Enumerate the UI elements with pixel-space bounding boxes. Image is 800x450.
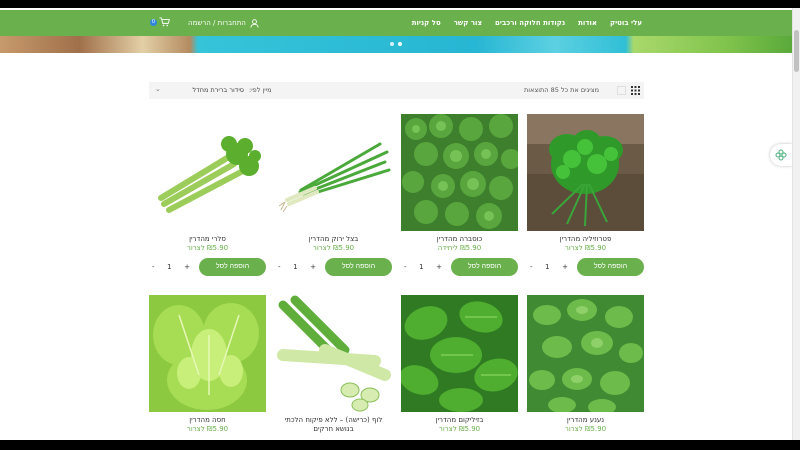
product-price: ₪5.90 לצרור	[186, 244, 229, 252]
product-title[interactable]: כוסברה מהדרין	[401, 235, 518, 244]
quantity-stepper: - 1 +	[527, 258, 571, 276]
hero-slider	[0, 36, 792, 53]
parsley-image[interactable]	[527, 114, 644, 231]
product-title[interactable]: לוף (כרישה) – ללא פיקוח הלכתי בנושא חרקי…	[275, 416, 392, 434]
nav-link-pickup-points[interactable]: נקודות חלוקה ורכבים	[495, 19, 565, 27]
cart-button[interactable]: 0	[148, 16, 172, 30]
basil-image[interactable]	[401, 295, 518, 412]
quantity-stepper: - 1 +	[275, 258, 319, 276]
product-card: בצל ירוק מהדרין ₪5.90 לצרור הוספה לסל - 1…	[275, 114, 392, 276]
qty-value[interactable]: 1	[545, 263, 549, 271]
user-icon	[250, 18, 259, 28]
celery-image[interactable]	[149, 114, 266, 231]
sort-select[interactable]: סידור ברירת מחדל	[153, 84, 248, 97]
slider-dots	[390, 42, 402, 46]
product-actions: הוספה לסל - 1 +	[401, 258, 518, 276]
qty-value[interactable]: 1	[419, 263, 423, 271]
product-price: ₪5.90 ליחידה	[437, 244, 482, 252]
increase-qty-button[interactable]: +	[310, 263, 316, 271]
cart-icon	[159, 17, 170, 27]
lettuce-image[interactable]	[149, 295, 266, 412]
increase-qty-button[interactable]: +	[184, 263, 190, 271]
add-to-cart-button[interactable]: הוספה לסל	[451, 258, 518, 276]
product-price: ₪5.90 לצרור	[186, 425, 229, 433]
slider-dot-active[interactable]	[398, 42, 402, 46]
site-logo[interactable]: עלי בוטיק	[610, 19, 642, 27]
product-title[interactable]: חסה מהדרין	[149, 416, 266, 425]
accessibility-widget-button[interactable]	[770, 144, 792, 166]
quantity-stepper: - 1 +	[149, 258, 193, 276]
product-actions: הוספה לסל - 1 +	[149, 258, 266, 276]
slider-dot[interactable]	[390, 42, 394, 46]
chevron-down-icon: ⌄	[155, 85, 161, 93]
sort-label: מיין לפי:	[249, 86, 272, 94]
add-to-cart-button[interactable]: הוספה לסל	[199, 258, 266, 276]
decrease-qty-button[interactable]: -	[404, 263, 407, 271]
product-title[interactable]: בזיליקום מהדרין	[401, 416, 518, 425]
product-title[interactable]: נענע מהדרין	[527, 416, 644, 425]
add-to-cart-button[interactable]: הוספה לסל	[325, 258, 392, 276]
product-card: חסה מהדרין ₪5.90 לצרור	[149, 295, 266, 434]
product-price: ₪5.90 לצרור	[564, 425, 607, 433]
product-card: סלרי מהדרין ₪5.90 לצרור הוספה לסל - 1 +	[149, 114, 266, 276]
cart-count-badge: 0	[150, 19, 157, 26]
qty-value[interactable]: 1	[293, 263, 297, 271]
product-title[interactable]: סלרי מהדרין	[149, 235, 266, 244]
product-price: ₪5.90 לצרור	[564, 244, 607, 252]
product-price: ₪5.90 לצרור	[312, 244, 355, 252]
quantity-stepper: - 1 +	[401, 258, 445, 276]
product-title[interactable]: בצל ירוק מהדרין	[275, 235, 392, 244]
increase-qty-button[interactable]: +	[562, 263, 568, 271]
flower-icon	[775, 149, 787, 161]
shop-toolbar: מציגים את כל 85 התוצאות מיין לפי: סידור …	[149, 82, 644, 99]
green-onion-image[interactable]	[275, 114, 392, 231]
product-actions: הוספה לסל - 1 +	[527, 258, 644, 276]
product-card: לוף (כרישה) – ללא פיקוח הלכתי בנושא חרקי…	[275, 295, 392, 434]
product-card: כוסברה מהדרין ₪5.90 ליחידה הוספה לסל - 1 +	[401, 114, 518, 276]
decrease-qty-button[interactable]: -	[278, 263, 281, 271]
increase-qty-button[interactable]: +	[436, 263, 442, 271]
browser-viewport: עלי בוטיק אודות נקודות חלוקה ורכבים צור …	[0, 8, 800, 440]
grid-view-icon[interactable]	[631, 86, 640, 95]
nav-link-contact[interactable]: צור קשר	[454, 19, 482, 27]
leek-image[interactable]	[275, 295, 392, 412]
login-register-label: התחברות / הרשמה	[188, 19, 246, 27]
page-scrollbar[interactable]	[792, 8, 800, 440]
mint-image[interactable]	[527, 295, 644, 412]
nav-link-about[interactable]: אודות	[578, 19, 597, 27]
product-price: ₪5.90 לצרור	[438, 425, 481, 433]
add-to-cart-button[interactable]: הוספה לסל	[577, 258, 644, 276]
coriander-image[interactable]	[401, 114, 518, 231]
decrease-qty-button[interactable]: -	[152, 263, 155, 271]
result-count: מציגים את כל 85 התוצאות	[523, 86, 599, 94]
product-actions: הוספה לסל - 1 +	[275, 258, 392, 276]
qty-value[interactable]: 1	[167, 263, 171, 271]
product-card: נענע מהדרין ₪5.90 לצרור	[527, 295, 644, 434]
main-menu: עלי בוטיק אודות נקודות חלוקה ורכבים צור …	[412, 10, 642, 36]
login-register-link[interactable]: התחברות / הרשמה	[188, 10, 259, 36]
scrollbar-thumb[interactable]	[794, 30, 799, 72]
decrease-qty-button[interactable]: -	[530, 263, 533, 271]
list-view-icon[interactable]	[617, 86, 626, 95]
product-card: בזיליקום מהדרין ₪5.90 לצרור	[401, 295, 518, 434]
product-card: פטרוזיליה מהדרין ₪5.90 לצרור הוספה לסל -…	[527, 114, 644, 276]
nav-link-cart[interactable]: סל קניות	[412, 19, 441, 27]
product-title[interactable]: פטרוזיליה מהדרין	[527, 235, 644, 244]
top-navbar: עלי בוטיק אודות נקודות חלוקה ורכבים צור …	[0, 10, 792, 36]
